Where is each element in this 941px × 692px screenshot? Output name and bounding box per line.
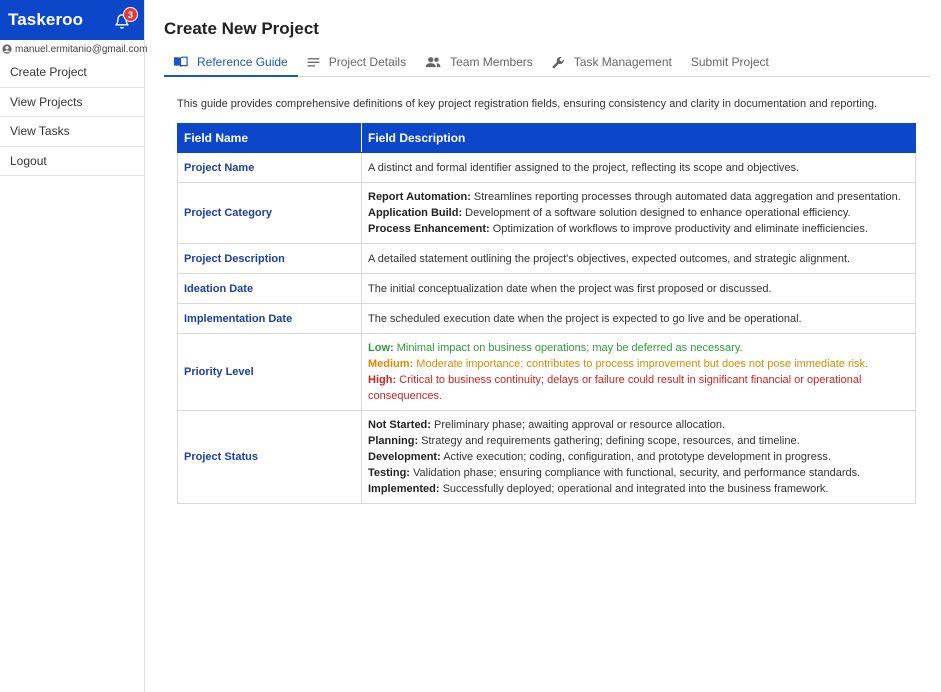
notifications-button[interactable]: 3 — [112, 7, 138, 31]
field-description-cell: A detailed statement outlining the proje… — [361, 243, 916, 274]
brand-bar: Taskeroo 3 — [0, 0, 144, 40]
description-line: Planning: Strategy and requirements gath… — [368, 433, 909, 449]
list-icon — [307, 57, 320, 67]
description-line-text: Strategy and requirements gathering; def… — [418, 435, 800, 447]
description-line-text: Development of a software solution desig… — [462, 207, 851, 219]
description-line-text: Active execution; coding, configuration,… — [440, 451, 831, 463]
tab-submit-project[interactable]: Submit Project — [682, 48, 779, 76]
tab-label: Submit Project — [690, 55, 769, 69]
description-line: Implemented: Successfully deployed; oper… — [368, 481, 909, 497]
field-description-cell: A distinct and formal identifier assigne… — [361, 152, 916, 183]
priority-high-label: High: — [368, 374, 397, 386]
table-row: Priority Level Low: Minimal impact on bu… — [177, 333, 916, 411]
priority-low-label: Low: — [368, 342, 394, 354]
field-description-cell: Low: Minimal impact on business operatio… — [361, 333, 916, 411]
description-line-label: Implemented: — [368, 483, 440, 495]
column-header-field-name: Field Name — [177, 123, 362, 153]
book-icon — [173, 56, 188, 67]
description-line: Testing: Validation phase; ensuring comp… — [368, 465, 909, 481]
priority-medium-label: Medium: — [368, 358, 414, 370]
tab-task-management[interactable]: Task Management — [543, 48, 682, 76]
description-line-label: Not Started: — [368, 419, 431, 431]
tab-label: Project Details — [328, 55, 407, 69]
priority-medium-line: Medium: Moderate importance; contributes… — [368, 356, 909, 372]
field-name-cell: Project Description — [177, 243, 362, 274]
page-title: Create New Project — [164, 19, 319, 38]
description-line-label: Process Enhancement: — [368, 223, 490, 235]
priority-high-text: Critical to business continuity; delays … — [368, 374, 862, 402]
field-description-cell: The initial conceptualization date when … — [361, 273, 916, 304]
field-description-cell: Not Started: Preliminary phase; awaiting… — [361, 410, 916, 504]
sidebar-item-logout[interactable]: Logout — [0, 147, 144, 177]
app-brand[interactable]: Taskeroo — [8, 10, 83, 30]
sidebar-nav: Create Project View Projects View Tasks … — [0, 58, 144, 177]
user-info: manuel.ermitanio@gmail.com — [0, 40, 148, 58]
field-name-cell: Implementation Date — [177, 303, 362, 334]
description-text: The initial conceptualization date when … — [368, 282, 772, 295]
field-name-cell: Ideation Date — [177, 273, 362, 304]
user-circle-icon — [2, 44, 12, 54]
field-name-cell: Project Status — [177, 410, 362, 504]
sidebar-item-view-projects[interactable]: View Projects — [0, 88, 144, 118]
description-line-text: Optimization of workflows to improve pro… — [489, 223, 868, 235]
description-line-text: Validation phase; ensuring compliance wi… — [409, 467, 861, 479]
table-row: Project Name A distinct and formal ident… — [177, 152, 916, 183]
sidebar-item-view-tasks[interactable]: View Tasks — [0, 117, 144, 147]
description-line-label: Application Build: — [368, 207, 463, 219]
tab-project-details[interactable]: Project Details — [298, 48, 416, 76]
description-line: Not Started: Preliminary phase; awaiting… — [368, 417, 909, 433]
column-header-field-description: Field Description — [361, 123, 916, 153]
user-email: manuel.ermitanio@gmail.com — [15, 43, 148, 55]
reference-table: Field Name Field Description Project Nam… — [177, 123, 916, 504]
field-description-cell: The scheduled execution date when the pr… — [361, 303, 916, 334]
table-row: Ideation Date The initial conceptualizat… — [177, 273, 916, 304]
people-icon — [425, 57, 441, 68]
description-line-label: Development: — [368, 451, 441, 463]
tab-reference-guide[interactable]: Reference Guide — [164, 48, 298, 77]
field-name-cell: Project Name — [177, 152, 362, 183]
sidebar-item-create-project[interactable]: Create Project — [0, 58, 144, 88]
tab-team-members[interactable]: Team Members — [416, 48, 543, 76]
description-line-text: Successfully deployed; operational and i… — [439, 483, 829, 495]
priority-low-text: Minimal impact on business operations; m… — [393, 342, 743, 354]
description-text: A distinct and formal identifier assigne… — [368, 161, 800, 174]
table-row: Project Status Not Started: Preliminary … — [177, 410, 916, 504]
tab-label: Reference Guide — [197, 54, 288, 69]
description-line-text: Streamlines reporting processes through … — [470, 191, 901, 203]
priority-high-line: High: Critical to business continuity; d… — [368, 372, 909, 404]
table-header-row: Field Name Field Description — [177, 123, 916, 153]
field-name-cell: Project Category — [177, 182, 362, 244]
table-row: Project Description A detailed statement… — [177, 243, 916, 274]
main-content: Create New Project Reference Guide Proje… — [145, 0, 941, 692]
table-row: Project Category Report Automation: Stre… — [177, 182, 916, 244]
description-line-label: Report Automation: — [368, 191, 471, 203]
field-description-cell: Report Automation: Streamlines reporting… — [361, 182, 916, 244]
description-line: Application Build: Development of a soft… — [368, 205, 909, 221]
intro-text: This guide provides comprehensive defini… — [177, 98, 878, 110]
description-line: Report Automation: Streamlines reporting… — [368, 189, 909, 205]
tab-bar: Reference Guide Project Details Team Mem… — [164, 48, 930, 77]
priority-low-line: Low: Minimal impact on business operatio… — [368, 340, 909, 356]
wrench-icon — [552, 56, 564, 68]
description-line-text: Preliminary phase; awaiting approval or … — [430, 419, 726, 431]
tab-label: Task Management — [573, 55, 672, 69]
field-name-cell: Priority Level — [177, 333, 362, 411]
description-line-label: Testing: — [368, 467, 410, 479]
priority-medium-text: Moderate importance; contributes to proc… — [413, 358, 869, 370]
description-line-label: Planning: — [368, 435, 419, 447]
description-text: A detailed statement outlining the proje… — [368, 252, 851, 265]
description-line: Development: Active execution; coding, c… — [368, 449, 909, 465]
sidebar: Taskeroo 3 manuel.ermitanio@gmail.com Cr… — [0, 0, 148, 692]
table-row: Implementation Date The scheduled execut… — [177, 303, 916, 334]
description-text: The scheduled execution date when the pr… — [368, 312, 802, 325]
description-line: Process Enhancement: Optimization of wor… — [368, 221, 909, 237]
tab-label: Team Members — [450, 55, 533, 69]
notification-badge: 3 — [123, 7, 138, 22]
